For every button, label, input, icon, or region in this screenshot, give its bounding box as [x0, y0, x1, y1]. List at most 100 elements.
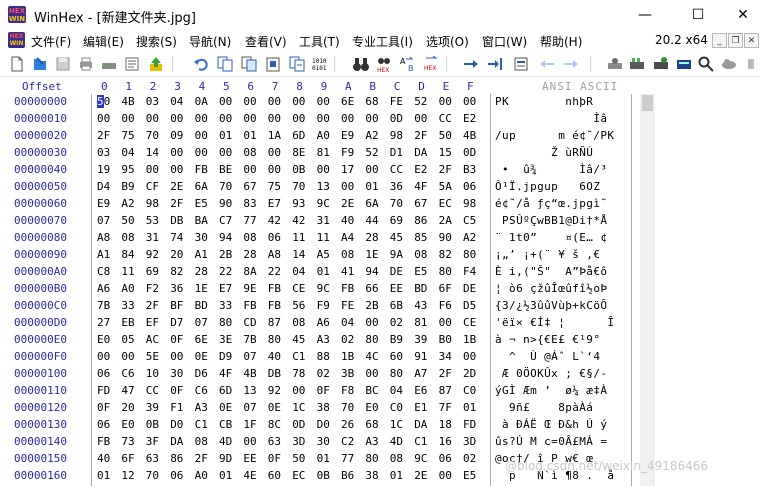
row-offset[interactable]: 00000040 [14, 163, 67, 176]
convert-icon[interactable]: 1010 0101 [310, 55, 328, 73]
ansi-text[interactable]: È i‚("Š" A”Þå€ô [495, 265, 628, 278]
hex-byte[interactable]: C6 [195, 384, 213, 397]
hex-byte[interactable]: D7 [170, 316, 188, 329]
hex-byte[interactable]: 00 [365, 367, 383, 380]
hex-byte[interactable]: 0D [390, 112, 408, 125]
hex-byte[interactable]: C2 [341, 435, 359, 448]
hex-byte[interactable]: 02 [317, 367, 335, 380]
hex-byte[interactable]: 06 [268, 231, 286, 244]
hex-byte[interactable]: 20 [121, 401, 139, 414]
hex-byte[interactable]: F6 [439, 299, 457, 312]
hex-byte[interactable]: 00 [439, 316, 457, 329]
hex-byte[interactable]: 36 [170, 282, 188, 295]
hex-byte[interactable]: 80 [463, 248, 481, 261]
up-arrow-icon[interactable] [147, 55, 165, 73]
hex-byte[interactable]: C0 [463, 384, 481, 397]
hex-byte[interactable]: 00 [268, 163, 286, 176]
hex-byte[interactable]: 00 [243, 435, 261, 448]
replace-text-icon[interactable]: AB [399, 55, 417, 73]
hex-byte[interactable]: 11 [292, 231, 310, 244]
hex-byte[interactable]: 01 [219, 469, 237, 482]
row-offset[interactable]: 00000160 [14, 469, 67, 482]
ansi-text[interactable]: à ÐÁË Œ Ð&h Ú ý [495, 418, 628, 431]
hex-byte[interactable]: 88 [317, 350, 335, 363]
hex-byte[interactable]: 01 [317, 452, 335, 465]
hex-byte[interactable]: 01 [463, 401, 481, 414]
hex-byte[interactable]: E1 [414, 401, 432, 414]
hex-byte[interactable]: 47 [121, 384, 139, 397]
hex-byte[interactable]: FD [463, 418, 481, 431]
hex-byte[interactable]: 0E [268, 401, 286, 414]
hex-byte[interactable]: 30 [170, 367, 188, 380]
hex-byte[interactable]: E7 [219, 282, 237, 295]
hex-byte[interactable]: 86 [414, 214, 432, 227]
hex-byte[interactable]: 3D [292, 435, 310, 448]
hex-byte[interactable]: 44 [365, 214, 383, 227]
hex-byte[interactable]: EE [390, 282, 408, 295]
hex-byte[interactable]: 6E [341, 95, 359, 108]
hex-byte[interactable]: 2E [341, 197, 359, 210]
hex-byte[interactable]: 4C [365, 350, 383, 363]
hex-byte[interactable]: 78 [292, 367, 310, 380]
hex-byte[interactable]: 04 [390, 384, 408, 397]
hex-byte[interactable]: 06 [97, 367, 115, 380]
hex-byte[interactable]: 81 [414, 316, 432, 329]
hex-byte[interactable]: A0 [195, 469, 213, 482]
hex-byte[interactable]: 00 [292, 95, 310, 108]
hex-byte[interactable]: E0 [97, 333, 115, 346]
hex-byte[interactable]: 00 [170, 350, 188, 363]
hex-byte[interactable]: 30 [317, 435, 335, 448]
hex-byte[interactable]: 00 [317, 95, 335, 108]
hex-byte[interactable]: 0B [317, 469, 335, 482]
hex-byte[interactable]: 22 [268, 265, 286, 278]
minimize-button[interactable]: — [622, 0, 668, 30]
hex-byte[interactable]: F9 [341, 146, 359, 159]
hex-byte[interactable]: A3 [195, 401, 213, 414]
hex-byte[interactable]: 8E [292, 146, 310, 159]
hex-byte[interactable]: EB [121, 316, 139, 329]
hex-byte[interactable]: 2B [219, 248, 237, 261]
hex-byte[interactable]: 87 [268, 316, 286, 329]
hex-byte[interactable]: D1 [390, 146, 408, 159]
hex-byte[interactable]: 74 [170, 231, 188, 244]
hex-byte[interactable]: BD [414, 282, 432, 295]
row-offset[interactable]: 00000140 [14, 435, 67, 448]
hex-byte[interactable]: 2F [414, 129, 432, 142]
hex-byte[interactable]: F1 [170, 401, 188, 414]
hex-byte[interactable]: 6E [195, 333, 213, 346]
menu-navigate[interactable]: 导航(N) [189, 33, 231, 50]
open-file-icon[interactable] [31, 55, 49, 73]
vertical-scrollbar[interactable] [640, 94, 655, 486]
hex-byte[interactable]: 01 [365, 180, 383, 193]
hex-byte[interactable]: 85 [414, 231, 432, 244]
hex-byte[interactable]: E5 [463, 469, 481, 482]
hex-byte[interactable]: 14 [292, 248, 310, 261]
hex-byte[interactable]: FB [243, 299, 261, 312]
row-offset[interactable]: 00000100 [14, 367, 67, 380]
hex-byte[interactable]: 33 [219, 299, 237, 312]
hex-byte[interactable]: 77 [341, 452, 359, 465]
hex-byte[interactable]: A6 [317, 316, 335, 329]
hex-byte[interactable]: 1E [195, 282, 213, 295]
hex-byte[interactable]: 00 [365, 112, 383, 125]
hex-byte[interactable]: 17 [341, 163, 359, 176]
hex-byte[interactable]: 1A [268, 129, 286, 142]
hex-byte[interactable]: 0F [268, 452, 286, 465]
ansi-text[interactable]: ¨ 1t0” ¤(E… ¢ [495, 231, 628, 244]
hex-byte[interactable]: 9C [317, 282, 335, 295]
goto-offset-icon[interactable] [486, 55, 504, 73]
hex-byte[interactable]: 28 [243, 248, 261, 261]
hex-byte[interactable]: CB [219, 418, 237, 431]
hex-byte[interactable]: 01 [97, 469, 115, 482]
hex-byte[interactable]: 8A [243, 265, 261, 278]
hex-byte[interactable]: 6D [219, 384, 237, 397]
row-offset[interactable]: 00000070 [14, 214, 67, 227]
hex-byte[interactable]: 82 [170, 265, 188, 278]
hex-byte[interactable]: 7F [439, 401, 457, 414]
hex-byte[interactable]: 11 [317, 231, 335, 244]
hex-byte[interactable]: C0 [390, 401, 408, 414]
hex-byte[interactable]: 4E [243, 469, 261, 482]
hex-byte[interactable]: F8 [341, 384, 359, 397]
hex-byte[interactable]: 38 [317, 401, 335, 414]
hex-byte[interactable]: 4D [219, 435, 237, 448]
